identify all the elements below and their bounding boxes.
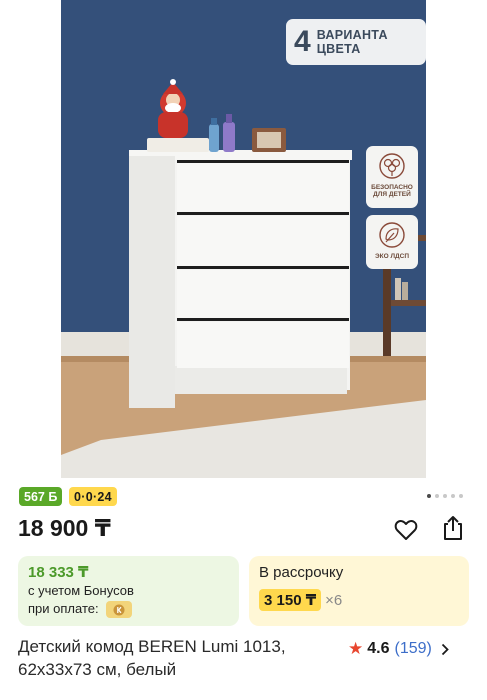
child-safe-line2: ДЛЯ ДЕТЕЙ — [373, 191, 411, 199]
eco-material-label: ЭКО ЛДСП — [374, 253, 409, 260]
bonus-badge: 567 Б — [19, 487, 63, 506]
eco-material-badge: ЭКО ЛДСП — [366, 215, 418, 269]
pagination-dot[interactable] — [443, 494, 447, 498]
kaspi-logo-icon — [106, 601, 133, 619]
gallery-pagination — [427, 494, 463, 498]
bonus-caption: с учетом Бонусов — [28, 583, 134, 598]
product-price: 18 900 ₸ — [18, 515, 111, 541]
heart-icon — [394, 520, 418, 540]
star-icon: ★ — [348, 639, 364, 658]
pagination-dot[interactable] — [459, 494, 463, 498]
installment-badge: 0·0·24 — [69, 487, 117, 506]
color-variants-badge: 4 ВАРИАНТА ЦВЕТА — [286, 19, 426, 65]
product-title: Детский комод BEREN Lumi 1013, 62x33x73 … — [18, 637, 286, 679]
share-button[interactable] — [438, 513, 468, 543]
share-icon — [444, 516, 462, 540]
pagination-dot[interactable] — [427, 494, 431, 498]
installment-months: ×6 — [325, 591, 343, 609]
reviews-count[interactable]: (159) — [395, 640, 432, 658]
installment-title: В рассрочку — [259, 564, 344, 581]
bonus-price-card[interactable]: 18 333 ₸ с учетом Бонусов при оплате: — [18, 556, 239, 626]
payment-caption: при оплате: — [28, 601, 99, 617]
rating-value: 4.6 — [367, 640, 390, 657]
installment-monthly: 3 150 ₸ — [259, 589, 322, 611]
cotton-flower-icon — [379, 153, 405, 179]
color-variants-count: 4 — [294, 25, 311, 58]
color-variants-label: ВАРИАНТА ЦВЕТА — [316, 27, 388, 56]
bonus-price: 18 333 ₸ — [28, 564, 89, 581]
chevron-right-icon — [441, 643, 449, 655]
favorite-button[interactable] — [391, 515, 421, 545]
rating-link[interactable]: ★ 4.6 (159) — [348, 639, 449, 659]
pagination-dot[interactable] — [451, 494, 455, 498]
child-safe-badge: БЕЗОПАСНО ДЛЯ ДЕТЕЙ — [366, 146, 418, 208]
pagination-dot[interactable] — [435, 494, 439, 498]
installment-card[interactable]: В рассрочку 3 150 ₸ ×6 — [249, 556, 469, 626]
eco-leaf-icon — [379, 222, 405, 248]
